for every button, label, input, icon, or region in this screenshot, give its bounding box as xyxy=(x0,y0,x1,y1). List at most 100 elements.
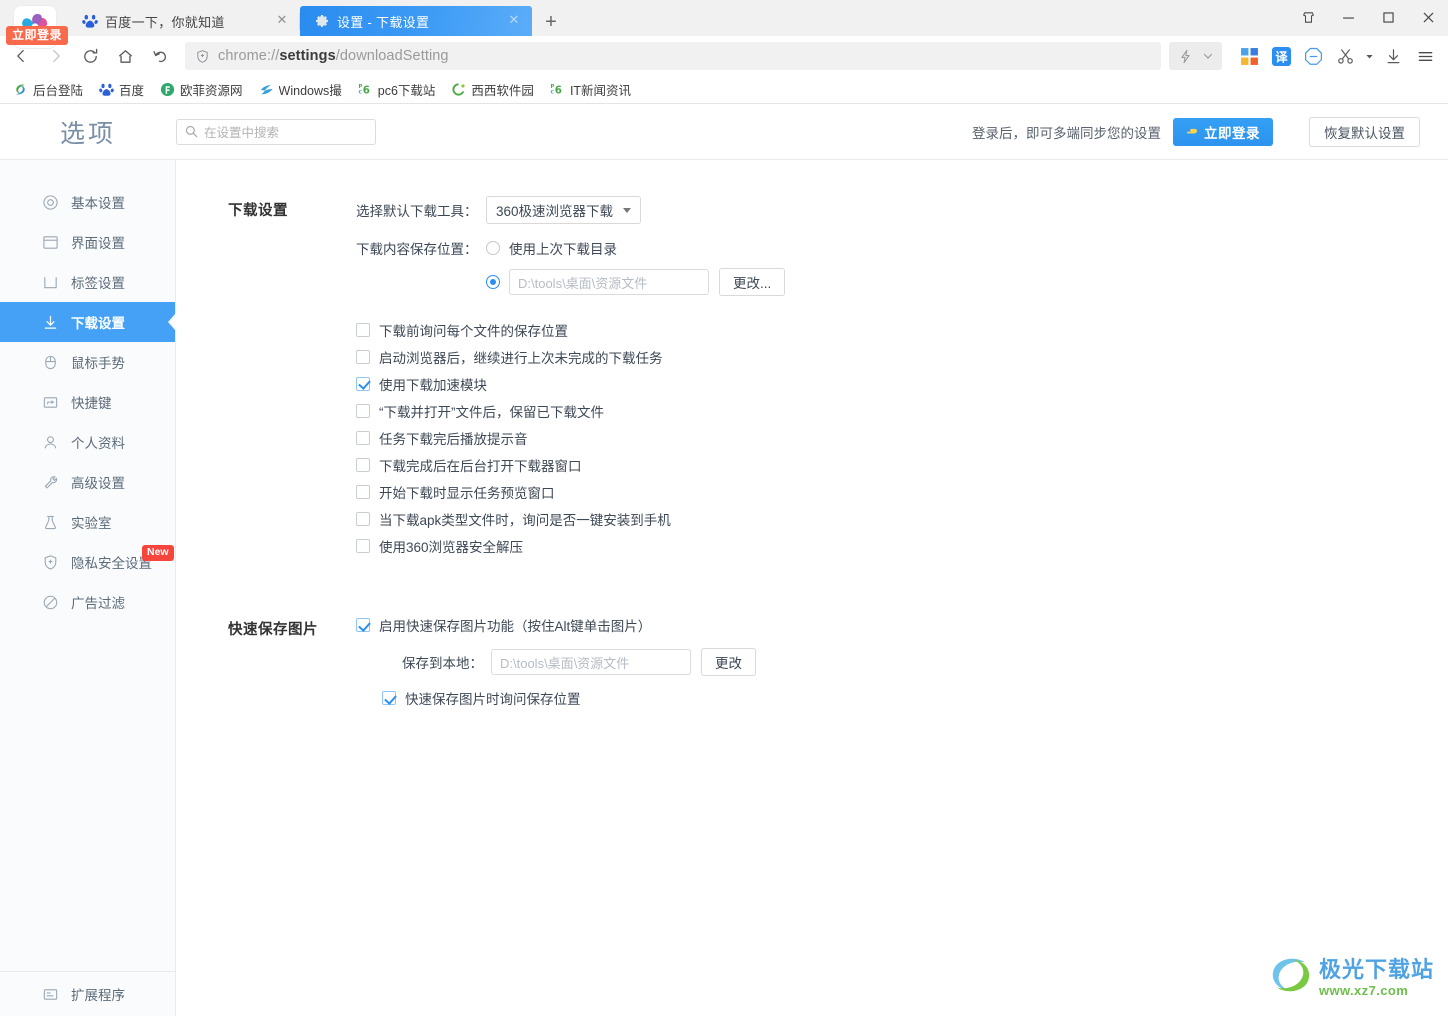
checkbox-enable-quicksave[interactable] xyxy=(356,618,370,632)
sidebar-item-basic[interactable]: 基本设置 xyxy=(0,182,175,222)
checkbox-row[interactable]: 下载前询问每个文件的保存位置 xyxy=(356,316,1448,343)
sidebar-item-adfilter[interactable]: 广告过滤 xyxy=(0,582,175,622)
settings-topbar: 选项 在设置中搜索 登录后，即可多端同步您的设置 立即登录 恢复默认设置 xyxy=(0,104,1448,160)
bookmark-item[interactable]: 后台登陆 xyxy=(6,78,90,101)
ban-icon xyxy=(42,594,59,611)
sidebar-item-mouse-gesture[interactable]: 鼠标手势 xyxy=(0,342,175,382)
tab-baidu[interactable]: 百度一下，你就知道 ✕ xyxy=(68,6,300,36)
chevron-down-icon xyxy=(623,207,632,213)
quicksave-ask-row[interactable]: 快速保存图片时询问保存位置 xyxy=(356,688,1448,708)
bookmark-item[interactable]: PC6 pc6下载站 xyxy=(351,78,443,101)
quicksave-path-row: 保存到本地： D:\tools\桌面\资源文件 更改 xyxy=(356,648,1448,676)
checkbox-accelerate-module[interactable] xyxy=(356,376,370,391)
undo-close-tab-button[interactable] xyxy=(144,41,177,71)
quicksave-path-input[interactable]: D:\tools\桌面\资源文件 xyxy=(491,649,691,675)
address-bar[interactable]: chrome://settings/downloadSetting xyxy=(185,42,1161,70)
sidebar-item-profile[interactable]: 个人资料 xyxy=(0,422,175,462)
settings-body: 基本设置 界面设置 标签设置 下载设置 鼠标手势 快捷键 个人资料 高级设置 实… xyxy=(0,160,1448,1016)
checkbox-resume-on-start[interactable] xyxy=(356,349,370,364)
minimize-button[interactable] xyxy=(1328,0,1368,34)
sidebar-item-label: 隐私安全设置 xyxy=(71,556,152,571)
reload-button[interactable] xyxy=(74,41,107,71)
checkbox-open-downloader-window[interactable] xyxy=(356,457,370,472)
checkbox-row[interactable]: 任务下载完后播放提示音 xyxy=(356,424,1448,451)
bookmark-label: IT新闻资讯 xyxy=(569,84,632,98)
checkbox-safe-unzip[interactable] xyxy=(356,538,370,553)
login-button-label: 立即登录 xyxy=(1204,125,1260,141)
sidebar-item-label: 界面设置 xyxy=(71,236,125,251)
restore-defaults-button[interactable]: 恢复默认设置 xyxy=(1309,116,1420,147)
close-button[interactable] xyxy=(1408,0,1448,34)
shield-plus-icon xyxy=(42,554,59,571)
sidebar-item-lab[interactable]: 实验室 xyxy=(0,502,175,542)
tab-settings[interactable]: 设置 - 下载设置 ✕ xyxy=(300,6,532,36)
skin-button[interactable] xyxy=(1288,0,1328,34)
checkbox-apk-install-to-phone[interactable] xyxy=(356,511,370,526)
checkbox-ask-each-file[interactable] xyxy=(356,322,370,337)
search-settings-box[interactable]: 在设置中搜索 xyxy=(176,118,376,145)
radio-custom-dir[interactable] xyxy=(486,275,500,289)
sidebar-item-extensions[interactable]: 扩展程序 xyxy=(0,972,175,1016)
bookmark-item[interactable]: PC6 IT新闻资讯 xyxy=(543,78,638,101)
checkbox-show-preview-window[interactable] xyxy=(356,484,370,499)
downloads-icon[interactable] xyxy=(1378,41,1408,71)
sidebar-item-label: 下载设置 xyxy=(71,316,125,331)
section-body: 启用快速保存图片功能（按住Alt键单击图片） 保存到本地： D:\tools\桌… xyxy=(356,615,1448,721)
login-now-button[interactable]: 立即登录 xyxy=(1173,117,1273,146)
home-button[interactable] xyxy=(109,41,142,71)
checkbox-label: 任务下载完后播放提示音 xyxy=(379,431,528,447)
custom-path-row: D:\tools\桌面\资源文件 更改... xyxy=(356,268,1448,296)
bookmark-label: pc6下载站 xyxy=(377,84,436,98)
apps-grid-icon[interactable] xyxy=(1234,41,1264,71)
keyboard-icon xyxy=(42,394,59,411)
checkbox-row[interactable]: 启动浏览器后，继续进行上次未完成的下载任务 xyxy=(356,343,1448,370)
new-tab-button[interactable]: + xyxy=(536,8,566,36)
default-tool-select[interactable]: 360极速浏览器下载 xyxy=(486,196,642,224)
tab-close-icon[interactable]: ✕ xyxy=(274,13,290,29)
baidu-icon xyxy=(99,82,114,97)
section-body: 选择默认下载工具： 360极速浏览器下载 下载内容保存位置： 使用上次下载目录 xyxy=(356,196,1448,559)
sync-hint-text: 登录后，即可多端同步您的设置 xyxy=(972,125,1161,141)
checkbox-row[interactable]: 当下载apk类型文件时，询问是否一键安装到手机 xyxy=(356,505,1448,532)
checkbox-row[interactable]: 使用360浏览器安全解压 xyxy=(356,532,1448,559)
radio-last-dir-row[interactable]: 使用上次下载目录 xyxy=(486,238,617,258)
radio-last-dir[interactable] xyxy=(486,241,500,255)
checkbox-play-sound[interactable] xyxy=(356,430,370,445)
checkbox-row[interactable]: 下载完成后在后台打开下载器窗口 xyxy=(356,451,1448,478)
bookmark-item[interactable]: 百度 xyxy=(92,78,151,101)
sidebar-item-shortcuts[interactable]: 快捷键 xyxy=(0,382,175,422)
sidebar-item-label: 鼠标手势 xyxy=(71,356,125,371)
login-now-badge[interactable]: 立即登录 xyxy=(6,26,69,45)
sidebar-item-privacy[interactable]: 隐私安全设置 New xyxy=(0,542,175,582)
quick-actions-chip[interactable] xyxy=(1169,42,1222,70)
translate-icon[interactable]: 译 xyxy=(1266,41,1296,71)
checkbox-row[interactable]: 使用下载加速模块 xyxy=(356,370,1448,397)
checkbox-keep-after-open[interactable] xyxy=(356,403,370,418)
bookmark-item[interactable]: Windows撮 xyxy=(252,78,349,101)
sidebar-item-label: 广告过滤 xyxy=(71,596,125,611)
sidebar-item-tabs[interactable]: 标签设置 xyxy=(0,262,175,302)
lightning-icon[interactable] xyxy=(1173,44,1197,68)
sidebar-item-interface[interactable]: 界面设置 xyxy=(0,222,175,262)
sidebar-item-download[interactable]: 下载设置 xyxy=(0,302,175,342)
tab-close-icon[interactable]: ✕ xyxy=(506,13,522,29)
scissors-dropdown-icon[interactable] xyxy=(1362,41,1376,71)
default-tool-value: 360极速浏览器下载 xyxy=(496,204,614,219)
sidebar-item-label: 标签设置 xyxy=(71,276,125,291)
checkbox-row[interactable]: 开始下载时显示任务预览窗口 xyxy=(356,478,1448,505)
change-download-path-button[interactable]: 更改... xyxy=(719,268,786,296)
checkbox-ask-save-location[interactable] xyxy=(382,691,396,705)
sidebar-item-advanced[interactable]: 高级设置 xyxy=(0,462,175,502)
menu-icon[interactable] xyxy=(1410,41,1440,71)
chevron-down-icon[interactable] xyxy=(1198,44,1218,68)
change-quicksave-path-button[interactable]: 更改 xyxy=(701,648,756,676)
checkbox-row[interactable]: “下载并打开”文件后，保留已下载文件 xyxy=(356,397,1448,424)
download-path-input[interactable]: D:\tools\桌面\资源文件 xyxy=(509,269,709,295)
screenshot-scissors-icon[interactable] xyxy=(1330,41,1360,71)
bookmark-item[interactable]: 西西软件园 xyxy=(444,78,541,101)
bookmark-item[interactable]: 欧菲资源网 xyxy=(153,78,250,101)
maximize-button[interactable] xyxy=(1368,0,1408,34)
adblock-icon[interactable] xyxy=(1298,41,1328,71)
extension-icon xyxy=(42,986,59,1003)
quicksave-enable-row[interactable]: 启用快速保存图片功能（按住Alt键单击图片） xyxy=(356,615,1448,635)
